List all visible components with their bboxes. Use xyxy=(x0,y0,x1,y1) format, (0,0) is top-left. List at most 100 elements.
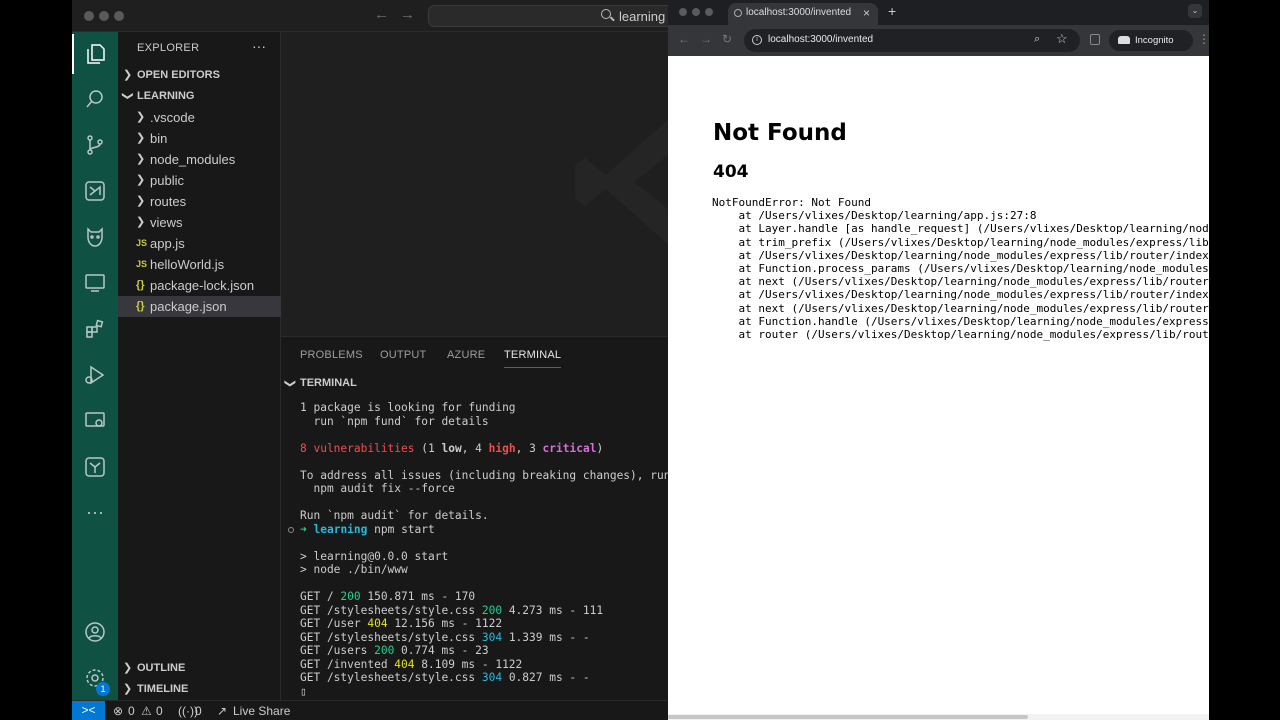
tree-item-public[interactable]: ❯ public xyxy=(118,170,281,191)
bottom-panel: PROBLEMS OUTPUT AZURE TERMINAL ❯ TERMINA… xyxy=(281,336,668,700)
chevron-right-icon: ❯ xyxy=(123,69,133,81)
tab-search-icon[interactable]: ⌄ xyxy=(1188,4,1202,18)
extensions-icon[interactable] xyxy=(72,309,118,349)
tab-problems[interactable]: PROBLEMS xyxy=(300,349,363,361)
status-bar: >< ⊗ 0 ⚠ 0 ((·)) 0 ↗ Live Share xyxy=(72,700,668,720)
settings-gear-icon[interactable]: 1 xyxy=(72,658,118,698)
chrome-toolbar: ← → ↻ i localhost:3000/invented ⌕ ☆ Inco… xyxy=(668,25,1209,56)
request-path: GET /stylesheets/style.css xyxy=(300,671,482,684)
prompt-command: npm start xyxy=(367,522,435,536)
timeline-section[interactable]: ❯ TIMELINE xyxy=(118,679,281,699)
back-arrow-icon[interactable]: ← xyxy=(678,32,690,46)
error-count[interactable]: 0 xyxy=(128,704,135,718)
javascript-file-icon: JS xyxy=(136,259,148,269)
source-control-icon[interactable] xyxy=(72,125,118,165)
more-actions-icon[interactable]: ··· xyxy=(252,38,266,54)
request-path: GET / xyxy=(300,590,341,603)
live-share-button[interactable]: Live Share xyxy=(233,704,290,718)
remote-indicator[interactable]: >< xyxy=(72,701,105,720)
tree-item-routes[interactable]: ❯ routes xyxy=(118,191,281,212)
chrome-menu-icon[interactable]: ⋮ xyxy=(1198,32,1209,46)
reload-icon[interactable]: ↻ xyxy=(722,32,732,46)
more-icon[interactable]: ··· xyxy=(72,492,118,532)
tree-item-node-modules[interactable]: ❯ node_modules xyxy=(118,149,281,170)
request-path: GET /user xyxy=(300,617,368,630)
vscode-window: ← → learning ··· 1 EXPLORER ··· ❯ OPEN E… xyxy=(72,0,668,720)
azure-functions-icon[interactable] xyxy=(72,447,118,487)
back-arrow-icon[interactable]: ← xyxy=(374,6,389,23)
request-timing: 1.339 ms - - xyxy=(502,630,590,644)
terminal-section-title[interactable]: ❯ TERMINAL xyxy=(284,377,357,389)
chevron-right-icon: ❯ xyxy=(136,216,146,228)
minimize-window-button[interactable] xyxy=(692,8,700,16)
terminal-line: > learning@0.0.0 start xyxy=(300,549,449,563)
address-bar[interactable]: i localhost:3000/invented ⌕ ☆ xyxy=(744,29,1080,52)
command-decoration-icon xyxy=(288,526,294,533)
error-icon[interactable]: ⊗ xyxy=(113,704,123,718)
terminal-line: To address all issues (including breakin… xyxy=(300,468,668,482)
run-debug-icon[interactable] xyxy=(72,355,118,395)
json-file-icon: {} xyxy=(136,300,145,312)
warning-icon[interactable]: ⚠ xyxy=(141,704,152,718)
maximize-window-button[interactable] xyxy=(705,8,713,16)
search-icon[interactable] xyxy=(72,79,118,119)
live-share-icon[interactable]: ↗ xyxy=(217,704,227,718)
vscode-titlebar: ← → learning xyxy=(72,0,668,32)
github-copilot-icon[interactable] xyxy=(72,217,118,257)
warning-count[interactable]: 0 xyxy=(156,704,163,718)
tab-output[interactable]: OUTPUT xyxy=(380,349,426,361)
incognito-label: Incognito xyxy=(1135,35,1174,46)
bookmark-star-icon[interactable]: ☆ xyxy=(1056,31,1068,47)
tree-item-label: package.json xyxy=(150,299,227,314)
new-tab-button[interactable]: + xyxy=(888,3,896,19)
settings-badge: 1 xyxy=(96,682,110,696)
outline-section[interactable]: ❯ OUTLINE xyxy=(118,658,281,678)
request-timing: 150.871 ms - 170 xyxy=(360,590,476,603)
tree-item-vscode[interactable]: ❯ .vscode xyxy=(118,107,281,128)
tree-item-views[interactable]: ❯ views xyxy=(118,212,281,233)
request-status: 200 xyxy=(340,590,361,603)
chevron-down-icon: ❯ xyxy=(284,378,297,389)
forward-arrow-icon[interactable]: → xyxy=(700,32,712,46)
tree-item-package-lock-json[interactable]: {} package-lock.json xyxy=(118,275,281,296)
vuln-text: , 4 xyxy=(461,441,489,455)
editor-area[interactable] xyxy=(281,32,668,336)
open-editors-section[interactable]: ❯ OPEN EDITORS xyxy=(118,65,281,85)
tab-azure[interactable]: AZURE xyxy=(447,349,485,361)
tab-terminal[interactable]: TERMINAL xyxy=(504,349,562,368)
terminal-line-vulnerabilities: 8 vulnerabilities (1 low, 4 high, 3 crit… xyxy=(300,442,668,456)
azure-icon[interactable] xyxy=(72,171,118,211)
close-window-button[interactable] xyxy=(679,8,687,16)
terminal-prompt-line: ➜ learning npm start xyxy=(288,522,668,537)
remote-tunnels-icon[interactable] xyxy=(72,401,118,441)
tree-item-bin[interactable]: ❯ bin xyxy=(118,128,281,149)
site-info-icon[interactable]: i xyxy=(752,35,762,45)
accounts-icon[interactable] xyxy=(72,612,118,652)
maximize-window-button[interactable] xyxy=(114,11,124,21)
incognito-indicator[interactable]: Incognito xyxy=(1109,30,1193,51)
terminal-output[interactable]: 1 package is looking for funding run `np… xyxy=(288,401,668,698)
tree-item-helloworld-js[interactable]: JS helloWorld.js xyxy=(118,254,281,275)
tree-item-package-json[interactable]: {} package.json xyxy=(118,296,281,317)
remote-explorer-icon[interactable] xyxy=(72,263,118,303)
tree-item-label: views xyxy=(150,215,183,230)
horizontal-scrollbar[interactable] xyxy=(668,714,1209,720)
side-panel-icon[interactable] xyxy=(1090,34,1100,45)
request-status: 304 xyxy=(481,630,503,644)
browser-tab[interactable]: localhost:3000/invented × xyxy=(728,3,878,25)
close-tab-icon[interactable]: × xyxy=(863,6,870,20)
request-timing: 12.156 ms - 1122 xyxy=(387,617,503,630)
scrollbar-thumb[interactable] xyxy=(668,715,1028,719)
minimize-window-button[interactable] xyxy=(99,11,109,21)
project-section[interactable]: ❯ LEARNING xyxy=(118,86,281,106)
command-center-search[interactable]: learning xyxy=(428,5,668,27)
close-window-button[interactable] xyxy=(84,11,94,21)
stack-line: at next (/Users/vlixes/Desktop/learning/… xyxy=(738,275,1209,289)
url-text[interactable]: localhost:3000/invented xyxy=(768,34,873,45)
tree-item-app-js[interactable]: JS app.js xyxy=(118,233,281,254)
terminal-cursor: ▯ xyxy=(300,684,307,698)
explorer-icon[interactable] xyxy=(72,34,118,74)
zoom-icon[interactable]: ⌕ xyxy=(1034,33,1040,46)
ports-count[interactable]: 0 xyxy=(195,704,202,718)
forward-arrow-icon[interactable]: → xyxy=(400,6,415,23)
